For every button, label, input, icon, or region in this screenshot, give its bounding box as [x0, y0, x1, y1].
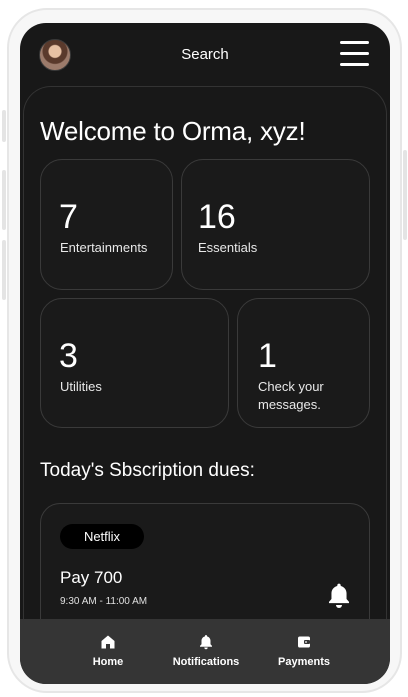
app-screen: Search Welcome to Orma, xyz! 7 Entertain… — [20, 23, 390, 684]
card-utilities[interactable]: 3 Utilities — [40, 298, 229, 428]
card-count: 16 — [198, 198, 236, 236]
search-title[interactable]: Search — [20, 46, 390, 63]
card-label: Entertainments — [60, 240, 148, 255]
card-entertainments[interactable]: 7 Entertainments — [40, 159, 173, 290]
welcome-heading: Welcome to Orma, xyz! — [40, 116, 306, 146]
wallet-icon — [298, 636, 310, 648]
card-messages[interactable]: 1 Check your messages. — [237, 298, 370, 428]
card-label: Utilities — [60, 379, 102, 394]
hamburger-menu-icon[interactable] — [340, 41, 369, 67]
home-icon — [101, 635, 115, 649]
side-button — [2, 240, 6, 300]
nav-notifications[interactable]: Notifications — [156, 619, 256, 684]
service-pill[interactable]: Netflix — [60, 524, 144, 549]
nav-label: Notifications — [172, 656, 240, 668]
card-label: Essentials — [198, 240, 258, 255]
card-count: 7 — [59, 198, 78, 236]
card-label: Check your messages. — [258, 379, 324, 412]
card-essentials[interactable]: 16 Essentials — [181, 159, 370, 290]
due-time: 9:30 AM - 11:00 AM — [60, 596, 148, 607]
card-count: 1 — [258, 337, 277, 375]
bell-icon[interactable] — [326, 582, 352, 610]
side-button — [403, 150, 407, 240]
nav-label: Home — [92, 656, 124, 668]
dues-title: Today's Sbscription dues: — [40, 460, 255, 481]
card-count: 3 — [59, 337, 78, 375]
bell-icon — [200, 635, 212, 650]
side-button — [2, 170, 6, 230]
pay-amount: Pay 700 — [60, 568, 123, 587]
nav-payments[interactable]: Payments — [254, 619, 354, 684]
nav-home[interactable]: Home — [58, 619, 158, 684]
bottom-nav: Home Notifications Payments — [20, 619, 390, 684]
side-button — [2, 110, 6, 142]
nav-label: Payments — [278, 656, 330, 668]
